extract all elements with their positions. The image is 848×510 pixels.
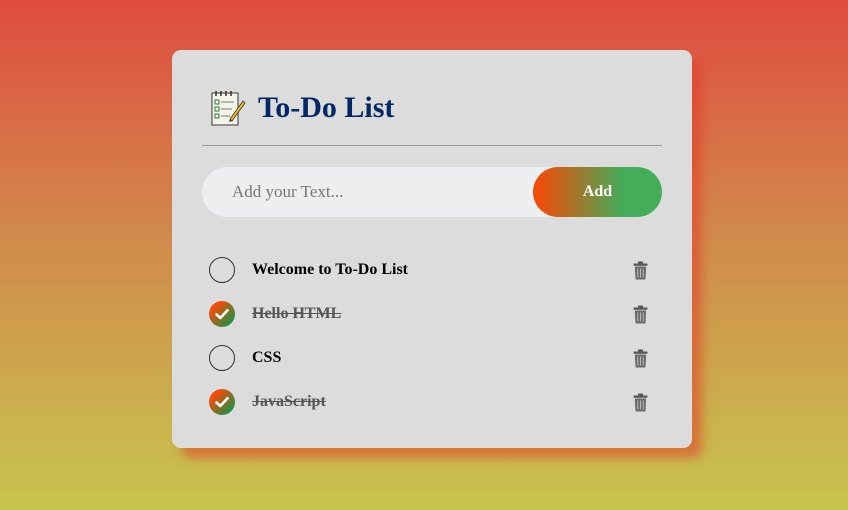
- task-item[interactable]: JavaScript: [209, 380, 659, 424]
- checked-circle-icon[interactable]: [209, 301, 235, 327]
- add-button[interactable]: Add: [533, 167, 662, 217]
- task-label: Hello HTML: [252, 305, 342, 322]
- unchecked-circle-icon[interactable]: [209, 257, 235, 283]
- header-divider: [202, 145, 662, 146]
- todo-card: To-Do List Add Welcome to To-Do List Hel…: [172, 50, 692, 448]
- trash-icon[interactable]: [633, 349, 648, 368]
- task-label: CSS: [252, 349, 282, 366]
- task-list: Welcome to To-Do List Hello HTML CSS Jav…: [209, 248, 659, 424]
- checked-circle-icon[interactable]: [209, 389, 235, 415]
- task-input[interactable]: [202, 167, 533, 217]
- task-item[interactable]: Welcome to To-Do List: [209, 248, 659, 292]
- trash-icon[interactable]: [633, 261, 648, 280]
- task-label: Welcome to To-Do List: [252, 261, 408, 278]
- task-item[interactable]: Hello HTML: [209, 292, 659, 336]
- notepad-icon: [211, 91, 246, 126]
- task-label: JavaScript: [252, 393, 326, 410]
- unchecked-circle-icon[interactable]: [209, 345, 235, 371]
- task-item[interactable]: CSS: [209, 336, 659, 380]
- add-task-row: Add: [202, 167, 662, 217]
- trash-icon[interactable]: [633, 305, 648, 324]
- header: To-Do List: [210, 88, 394, 128]
- app-title: To-Do List: [258, 91, 395, 124]
- trash-icon[interactable]: [633, 393, 648, 412]
